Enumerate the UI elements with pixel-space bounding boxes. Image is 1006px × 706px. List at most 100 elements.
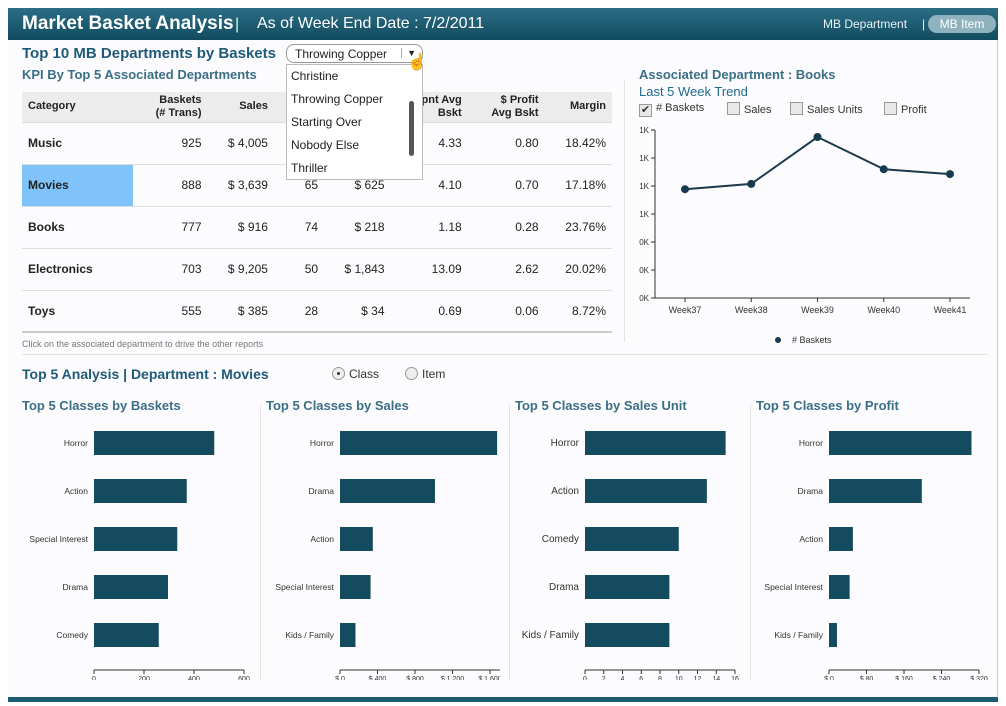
dropdown-option[interactable]: Starting Over	[291, 115, 362, 129]
table-cell: 0.06	[467, 289, 545, 333]
x-tick-label: 14	[712, 676, 720, 680]
table-cell: 13.09	[390, 247, 468, 290]
bar-chart-title: Top 5 Classes by Sales Unit	[515, 398, 687, 413]
table-row[interactable]: Electronics 703 $ 9,205 50 $ 1,843 13.09 2.62 2…	[22, 247, 612, 290]
dropdown-option[interactable]: Thriller	[291, 161, 328, 175]
checkbox-0[interactable]: ✔ # Baskets	[639, 102, 704, 117]
bar	[340, 479, 435, 503]
table-cell: $ 3,639	[207, 163, 274, 206]
table-cell: $ 34	[324, 289, 391, 333]
checkbox-label: # Baskets	[656, 102, 705, 114]
table-cell: $ 4,005	[207, 121, 274, 164]
trend-line-chart: 0K 0K 0K 1K 1K 1K 1K Week37 Week38 Week39 Week40 We…	[639, 126, 970, 345]
dropdown-option[interactable]: Christine	[291, 69, 338, 83]
table-row[interactable]: Books 777 $ 916 74 $ 218 1.18 0.28 23.76%	[22, 205, 612, 248]
dropdown-option[interactable]: Throwing Copper	[291, 92, 383, 106]
nav-mb-department[interactable]: MB Department	[823, 17, 907, 31]
data-point	[946, 170, 954, 179]
table-cell: 0.28	[467, 205, 545, 248]
radio-label: Item	[422, 367, 446, 381]
radio-button[interactable]	[332, 367, 345, 380]
data-point	[879, 165, 888, 174]
bar	[585, 431, 726, 455]
checkbox-2[interactable]: Sales Units	[790, 102, 863, 116]
category-label: Special Interest	[764, 582, 823, 592]
x-tick-label: 6	[639, 676, 643, 680]
checkbox-box[interactable]	[790, 102, 803, 115]
series-line	[684, 135, 951, 191]
top10-title: Top 10 MB Departments by Baskets	[22, 45, 276, 62]
bar	[829, 527, 853, 551]
radio-class[interactable]: Class	[332, 367, 379, 381]
nav-separator: |	[922, 17, 926, 31]
table-cell: $ 385	[207, 289, 274, 333]
bar	[94, 527, 178, 551]
category-label: Action	[799, 534, 823, 544]
x-tick-label: $ 320	[970, 676, 988, 680]
x-tick-label: 400	[188, 676, 200, 680]
x-tick-label: Week39	[801, 305, 834, 315]
x-tick-label: $ 400	[369, 676, 387, 680]
department-link[interactable]: Toys	[22, 289, 133, 333]
category-label: Horror	[551, 438, 580, 449]
x-tick-label: 16	[731, 676, 739, 680]
checkbox-1[interactable]: Sales	[727, 102, 772, 116]
category-label: Special Interest	[275, 582, 334, 592]
radio-button[interactable]	[405, 367, 418, 380]
table-cell: $ 9,205	[207, 247, 274, 290]
top5-title: Top 5 Analysis | Department : Movies	[22, 366, 269, 382]
trend-subtitle: Last 5 Week Trend	[639, 84, 748, 99]
x-tick-label: Week40	[867, 305, 900, 315]
table-cell: 74	[273, 205, 325, 248]
table-cell: 0.69	[390, 289, 468, 333]
table-row[interactable]: Toys 555 $ 385 28 $ 34 0.69 0.06 8.72%	[22, 289, 612, 333]
y-tick-label: 1K	[639, 154, 649, 163]
y-tick-label: 0K	[639, 238, 649, 247]
dropdown-option[interactable]: Nobody Else	[291, 138, 359, 152]
table-cell: $ 218	[324, 205, 391, 248]
bar	[829, 575, 850, 599]
y-tick-label: 0K	[639, 266, 649, 275]
bar	[94, 575, 168, 599]
category-label: Comedy	[542, 534, 579, 545]
category-label: Kids / Family	[285, 630, 334, 640]
table-cell: 17.18%	[544, 163, 612, 206]
bar-chart-title: Top 5 Classes by Baskets	[22, 398, 181, 413]
bar-chart-title: Top 5 Classes by Profit	[756, 398, 899, 413]
table-cell: 888	[132, 163, 208, 206]
category-label: Horror	[310, 438, 334, 448]
dropdown-scrollbar[interactable]	[409, 101, 414, 156]
album-dropdown[interactable]: Throwing Copper ▼	[286, 44, 423, 63]
x-tick-label: $ 80	[860, 676, 874, 680]
x-tick-label: 600	[238, 676, 250, 680]
title-separator: |	[235, 16, 240, 33]
x-tick-label: Week37	[669, 305, 702, 315]
trend-title: Associated Department : Books	[639, 67, 836, 82]
table-cell: 1.18	[390, 205, 468, 248]
radio-item[interactable]: Item	[405, 367, 445, 381]
y-tick-label: 1K	[639, 126, 649, 135]
table-cell: $ 916	[207, 205, 274, 248]
table-cell: 2.62	[467, 247, 545, 290]
checkbox-3[interactable]: Profit	[884, 102, 927, 116]
category-label: Action	[310, 534, 334, 544]
x-tick-label: $ 800	[406, 676, 424, 680]
table-cell: $ 1,843	[324, 247, 391, 290]
nav-mb-item[interactable]: MB Item	[928, 15, 996, 33]
y-tick-label: 1K	[639, 210, 649, 219]
x-tick-label: 10	[675, 676, 683, 680]
checkbox-box[interactable]	[884, 102, 897, 115]
department-link[interactable]: Music	[22, 121, 133, 164]
department-link[interactable]: Movies	[22, 163, 133, 206]
checkbox-box[interactable]: ✔	[639, 104, 652, 117]
bar-chart: Horror Action Comedy Drama Kids / Family 0 2 4 6…	[522, 431, 739, 680]
checkbox-label: Profit	[901, 104, 927, 116]
x-tick-label: $ 240	[933, 676, 951, 680]
dropdown-list[interactable]: Christine Throwing Copper Starting Over …	[286, 64, 423, 180]
checkbox-box[interactable]	[727, 102, 740, 115]
department-link[interactable]: Books	[22, 205, 133, 248]
table-cell: 8.72%	[544, 289, 612, 333]
department-link[interactable]: Electronics	[22, 247, 133, 290]
bar-chart-title: Top 5 Classes by Sales	[266, 398, 409, 413]
column-header: Sales	[207, 92, 274, 122]
